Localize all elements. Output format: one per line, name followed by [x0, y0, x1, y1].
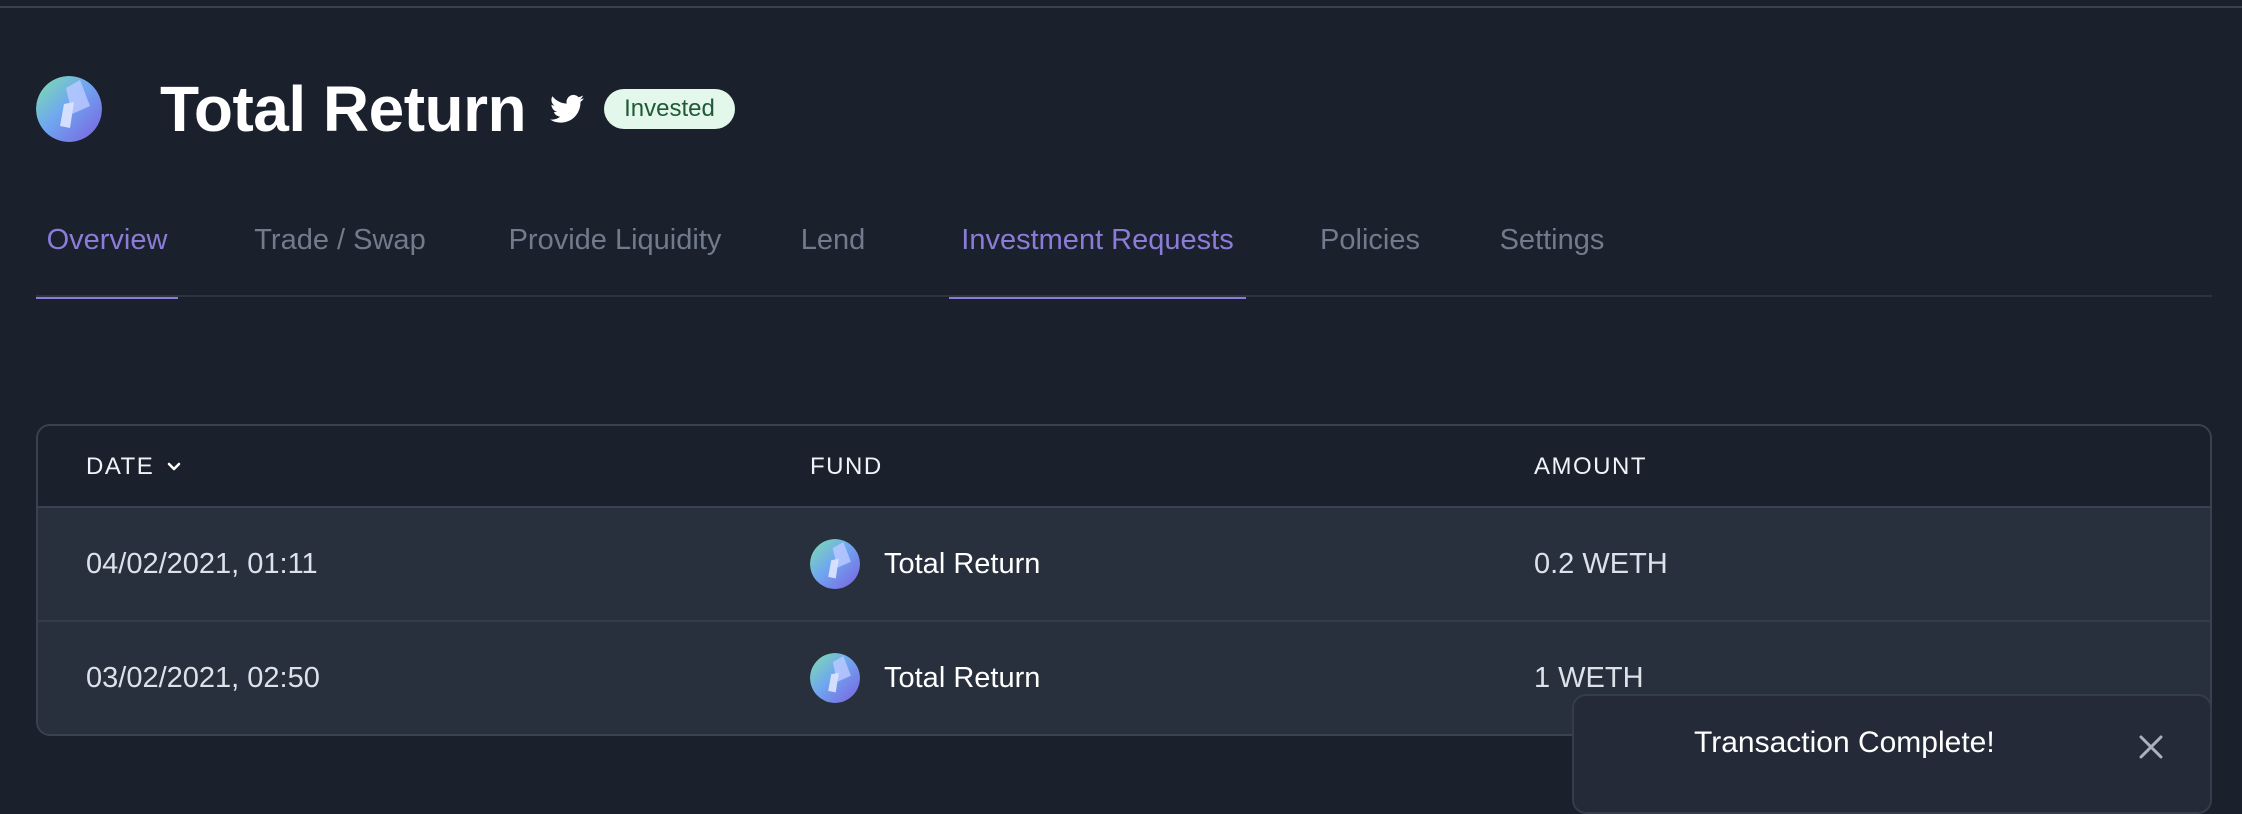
chevron-down-icon	[164, 457, 184, 477]
date-column-header[interactable]: DATE	[86, 426, 184, 508]
tab-bar: Overview Trade / Swap Provide Liquidity …	[36, 205, 2212, 299]
tab-label: Investment Requests	[961, 224, 1234, 256]
tab-label: Settings	[1499, 224, 1605, 256]
fund-name: Total Return	[884, 547, 1041, 580]
amount-column-header: AMOUNT	[1534, 426, 1647, 508]
toast-title: Transaction Complete!	[1694, 726, 1995, 759]
status-badge: Invested	[604, 89, 735, 129]
fund-header: Total Return Invested	[36, 73, 735, 145]
tab-label: Lend	[800, 224, 866, 256]
fund-cell: Total Return	[810, 622, 1040, 734]
date-column-label: DATE	[86, 453, 155, 480]
fund-logo-icon	[36, 76, 102, 142]
fund-logo-icon	[810, 653, 860, 703]
twitter-icon[interactable]	[550, 94, 585, 124]
page-title: Total Return	[160, 73, 527, 145]
date-cell: 03/02/2021, 02:50	[86, 661, 320, 694]
tab-label: Provide Liquidity	[508, 224, 722, 256]
close-icon[interactable]	[2136, 732, 2166, 762]
table-header: DATE FUND AMOUNT	[38, 426, 2210, 508]
tab-provide-liquidity[interactable]: Provide Liquidity	[502, 205, 728, 297]
investment-requests-table: DATE FUND AMOUNT 04/02/2021, 01:11 Total…	[36, 424, 2212, 736]
fund-column-label: FUND	[810, 453, 883, 480]
tab-policies[interactable]: Policies	[1316, 205, 1424, 297]
fund-column-header: FUND	[810, 426, 883, 508]
tab-overview[interactable]: Overview	[36, 205, 178, 299]
top-border	[0, 0, 2242, 8]
fund-cell: Total Return	[810, 508, 1040, 620]
tab-trade-swap[interactable]: Trade / Swap	[248, 205, 432, 297]
date-cell: 04/02/2021, 01:11	[86, 547, 318, 580]
fund-logo-icon	[810, 539, 860, 589]
fund-name: Total Return	[884, 661, 1041, 694]
tab-label: Overview	[46, 224, 168, 256]
tab-label: Trade / Swap	[254, 224, 426, 256]
amount-cell: 0.2 WETH	[1534, 547, 1668, 580]
tab-label: Policies	[1320, 224, 1420, 256]
table-row[interactable]: 04/02/2021, 01:11 Total Return 0.2 WETH	[38, 508, 2210, 622]
tab-investment-requests[interactable]: Investment Requests	[949, 205, 1246, 299]
transaction-toast: Transaction Complete!	[1572, 694, 2212, 814]
tab-lend[interactable]: Lend	[798, 205, 868, 297]
tab-settings[interactable]: Settings	[1494, 205, 1610, 297]
amount-column-label: AMOUNT	[1534, 453, 1647, 480]
